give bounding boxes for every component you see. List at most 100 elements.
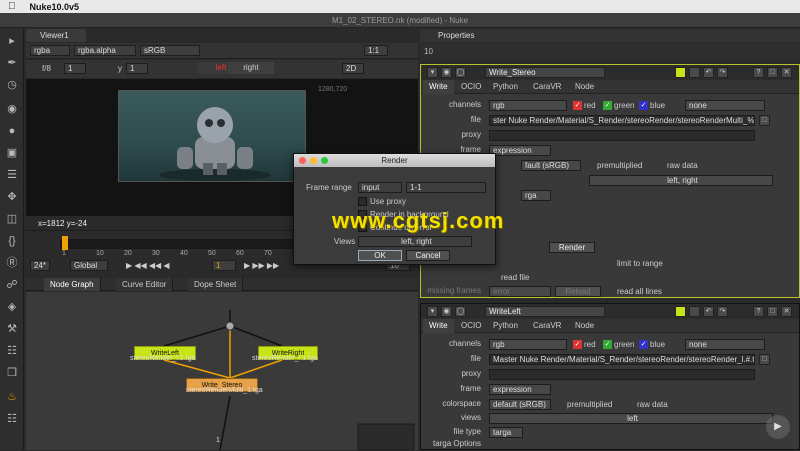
folder-icon[interactable]: □ — [759, 115, 770, 126]
red-checkbox[interactable]: ✓ — [573, 101, 582, 110]
collapse-icon[interactable]: ▾ — [427, 67, 438, 78]
channels-select[interactable]: rgb — [489, 339, 567, 350]
cube-icon[interactable]: ◫ — [5, 212, 19, 226]
alpha-select[interactable]: rgba.alpha — [74, 45, 136, 56]
render-button[interactable]: Render — [549, 242, 595, 253]
channels-select[interactable]: rgba — [30, 45, 70, 56]
close-traffic-icon[interactable] — [299, 157, 306, 164]
limit-range-label[interactable]: limit to range — [617, 258, 663, 270]
knob-color-icon[interactable] — [689, 67, 700, 78]
channels-select[interactable]: rgb — [489, 100, 567, 111]
missing-select[interactable]: error — [489, 286, 551, 297]
float-icon[interactable]: □ — [767, 306, 778, 317]
right-view-button[interactable]: right — [228, 62, 274, 74]
frame-input[interactable]: 1 — [212, 260, 236, 271]
tab-node[interactable]: Node — [569, 319, 600, 333]
none-select[interactable]: none — [685, 100, 765, 111]
tab-python[interactable]: Python — [487, 80, 524, 94]
node-color-icon[interactable] — [675, 67, 686, 78]
file-input[interactable]: Master Nuke Render/Material/S_Render/ste… — [489, 354, 755, 365]
proxy-input[interactable] — [489, 369, 755, 380]
view-icon[interactable]: ◉ — [441, 67, 452, 78]
redo-icon[interactable]: ↷ — [717, 67, 728, 78]
zoom-select[interactable]: 1:1 — [364, 45, 388, 56]
tab-node[interactable]: Node — [569, 80, 600, 94]
layers-icon[interactable]: ☰ — [5, 168, 19, 182]
mode-select[interactable]: 2D — [342, 63, 364, 74]
file-type-select[interactable]: rga — [521, 190, 551, 201]
tab-ocio[interactable]: OCIO — [455, 319, 487, 333]
play-forward-icons[interactable]: ▶ ▶▶ ▶▶ — [244, 261, 279, 270]
tag-icon[interactable]: ◈ — [5, 300, 19, 314]
tab-curve-editor[interactable]: Curve Editor — [116, 278, 174, 291]
tab-write[interactable]: Write — [423, 80, 454, 94]
move-icon[interactable]: ✥ — [5, 190, 19, 204]
gain-input[interactable]: 1 — [64, 63, 86, 74]
views-select[interactable]: left, right — [589, 175, 773, 186]
float-icon[interactable]: □ — [767, 67, 778, 78]
read-all-label[interactable]: read all lines — [617, 286, 662, 298]
film-icon[interactable]: ▣ — [5, 146, 19, 160]
node-name-input[interactable]: WriteLeft — [485, 306, 605, 317]
cancel-button[interactable]: Cancel — [406, 250, 450, 261]
premultiplied-label[interactable]: premultiplied — [597, 160, 642, 172]
read-file-label[interactable]: read file — [501, 272, 529, 284]
proxy-input[interactable] — [489, 130, 755, 141]
colorspace-select[interactable]: sRGB — [140, 45, 200, 56]
scope-select[interactable]: Global — [70, 260, 108, 271]
minimize-traffic-icon[interactable] — [310, 157, 317, 164]
list-icon[interactable]: ☷ — [5, 344, 19, 358]
tab-python[interactable]: Python — [487, 319, 524, 333]
max-panels-input[interactable]: 10 — [424, 47, 433, 56]
green-checkbox[interactable]: ✓ — [603, 340, 612, 349]
playhead[interactable] — [62, 236, 68, 250]
node-graph[interactable]: WriteLeft stereoRender_l.1.tga WriteRigh… — [26, 292, 418, 450]
gamma-input[interactable]: 1 — [126, 63, 148, 74]
d-icon[interactable]: Ⓡ — [5, 256, 19, 270]
views-select[interactable]: left, right — [358, 236, 472, 247]
tools-icon[interactable]: ⚒ — [5, 322, 19, 336]
playback-icons[interactable]: ▶ ◀◀ ◀◀ ◀ — [126, 261, 170, 270]
tab-write[interactable]: Write — [423, 319, 454, 333]
folder-icon[interactable]: □ — [759, 354, 770, 365]
fstop-label[interactable]: f/8 — [42, 63, 51, 75]
frame-select[interactable]: expression — [489, 145, 551, 156]
brackets-icon[interactable]: {} — [5, 234, 19, 248]
frame-range-mode-select[interactable]: input — [358, 182, 402, 193]
tab-ocio[interactable]: OCIO — [455, 80, 487, 94]
video-play-icon[interactable]: ▶ — [766, 415, 790, 439]
apple-icon[interactable]:  — [8, 1, 16, 12]
none-select[interactable]: none — [685, 339, 765, 350]
app-name[interactable]: Nuke10.0v5 — [30, 2, 80, 12]
tab-caravr[interactable]: CaraVR — [527, 319, 567, 333]
circle-icon[interactable]: ● — [5, 124, 19, 138]
center-icon[interactable]: ◯ — [455, 306, 466, 317]
use-proxy-checkbox[interactable] — [358, 197, 367, 206]
clock-icon[interactable]: ◷ — [5, 78, 19, 92]
help-icon[interactable]: ? — [753, 67, 764, 78]
deps-icon[interactable]: ☷ — [5, 412, 19, 426]
file-type-select[interactable]: targa — [489, 427, 523, 438]
blue-checkbox[interactable]: ✓ — [639, 101, 648, 110]
node-color-icon[interactable] — [675, 306, 686, 317]
copy-icon[interactable]: ❐ — [5, 366, 19, 380]
tab-caravr[interactable]: CaraVR — [527, 80, 567, 94]
blue-checkbox[interactable]: ✓ — [639, 340, 648, 349]
undo-icon[interactable]: ↶ — [703, 67, 714, 78]
green-checkbox[interactable]: ✓ — [603, 101, 612, 110]
help-icon[interactable]: ? — [753, 306, 764, 317]
paint-brush-icon[interactable]: ✒ — [5, 56, 19, 70]
center-icon[interactable]: ◯ — [455, 67, 466, 78]
tab-dope-sheet[interactable]: Dope Sheet — [188, 278, 244, 291]
tab-viewer1[interactable]: Viewer1 — [26, 29, 86, 42]
reload-button[interactable]: Reload — [555, 286, 601, 297]
undo-icon[interactable]: ↶ — [703, 306, 714, 317]
frame-select[interactable]: expression — [489, 384, 551, 395]
ok-button[interactable]: OK — [358, 250, 402, 261]
file-input[interactable]: ster Nuke Render/Material/S_Render/stere… — [489, 115, 755, 126]
knob-color-icon[interactable] — [689, 306, 700, 317]
raw-data-label[interactable]: raw data — [637, 399, 668, 411]
redo-icon[interactable]: ↷ — [717, 306, 728, 317]
pointer-icon[interactable]: ▸ — [5, 34, 19, 48]
red-checkbox[interactable]: ✓ — [573, 340, 582, 349]
